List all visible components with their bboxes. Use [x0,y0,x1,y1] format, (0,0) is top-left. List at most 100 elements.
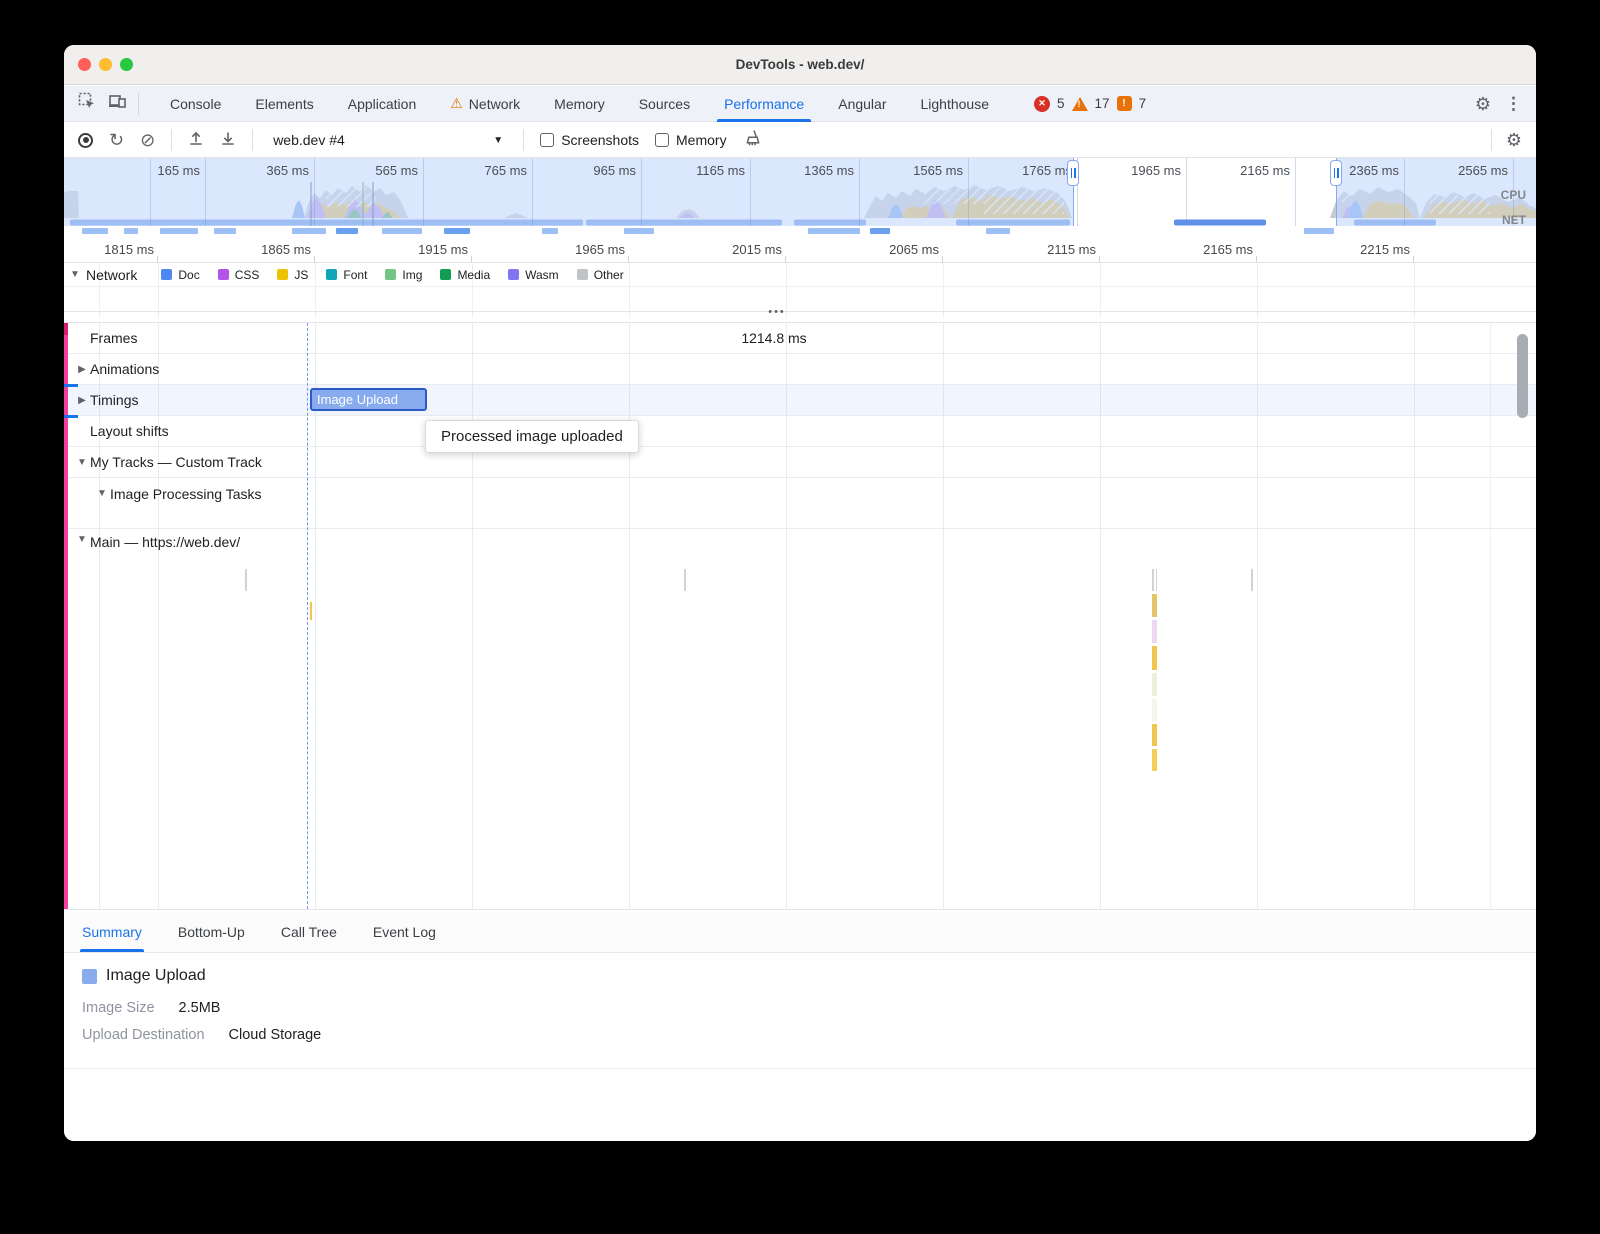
collapse-icon[interactable]: ▼ [74,534,90,545]
network-track-label[interactable]: Network [86,267,137,283]
panel-tab[interactable]: ⚠ Lighthouse [904,86,1007,122]
performance-toolbar: ↻ ⊘ web.dev #4 ▼ Screenshots Memory ⚙ [64,123,1536,158]
marker-tooltip: Processed image uploaded [425,420,639,453]
ruler-tick-label: 2115 ms [943,237,1100,262]
network-collapse-icon[interactable]: ▼ [64,269,86,280]
warning-icon: ⚠ [450,95,463,112]
summary-title: Image Upload [106,967,206,985]
flame-segment[interactable] [1152,724,1157,746]
detail-ruler: 1815 ms1865 ms1915 ms1965 ms2015 ms2065 … [64,237,1536,262]
flame-segment[interactable] [1152,594,1157,617]
ruler-tick-label: 2215 ms [1257,237,1414,262]
legend-swatch [277,269,288,280]
screenshots-label: Screenshots [561,132,639,148]
memory-label: Memory [676,132,727,148]
panel-tab[interactable]: ⚠ Console [153,86,238,122]
panel-tab[interactable]: ⚠ Sources [622,86,707,122]
flame-segment[interactable] [1152,673,1157,696]
selection-left-handle[interactable] [1067,160,1079,186]
image-processing-track-label[interactable]: Image Processing Tasks [110,486,261,502]
panel-tab[interactable]: ⚠ Angular [821,86,903,122]
expand-icon[interactable]: ▶ [74,395,90,406]
legend-label: JS [294,268,308,282]
inspect-element-icon[interactable] [78,92,96,115]
flame-segment[interactable] [1152,620,1157,643]
collapse-icon[interactable]: ▼ [94,488,110,499]
layout-shifts-track-label[interactable]: Layout shifts [64,423,169,439]
save-profile-icon[interactable] [220,130,236,151]
legend-swatch [161,269,172,280]
frames-track-label[interactable]: Frames [64,330,137,346]
summary-field-row: Upload Destination Cloud Storage [82,1027,321,1043]
legend-swatch [326,269,337,280]
capture-settings-gear-icon[interactable]: ⚙ [1506,131,1522,149]
screenshots-checkbox[interactable]: Screenshots [540,132,639,148]
settings-gear-icon[interactable]: ⚙ [1475,95,1491,113]
selection-right-handle[interactable] [1330,160,1342,186]
panel-tab[interactable]: ⚠ Elements [238,86,330,122]
track-row-main[interactable]: ▼ Main — https://web.dev/ [64,529,1536,775]
track-row-frames[interactable]: Frames 1214.8 ms [64,323,1536,354]
animations-track-label[interactable]: Animations [90,361,159,377]
devtools-tabbar: ⚠ Console ⚠ Elements ⚠ Application ⚠ Net… [64,86,1536,122]
memory-checkbox[interactable]: Memory [655,132,727,148]
panel-tab-label: Memory [554,96,605,112]
track-row-timings[interactable]: ▶ Timings [64,385,1536,416]
collapse-icon[interactable]: ▼ [74,457,90,468]
legend-label: CSS [235,268,260,282]
checkbox-icon[interactable] [540,133,554,147]
track-row-layout-shifts[interactable]: Layout shifts [64,416,1536,447]
load-profile-icon[interactable] [188,130,204,151]
track-row-my-tracks[interactable]: ▼ My Tracks — Custom Track [64,447,1536,478]
expand-icon[interactable]: ▶ [74,364,90,375]
panel-tab[interactable]: ⚠ Application [331,86,434,122]
flame-segment[interactable] [310,602,312,620]
selected-track-bottom-indicator [64,415,78,418]
panel-tab[interactable]: ⚠ Performance [707,86,821,122]
overview-tick-label: 965 ms [532,158,641,182]
summary-field-label: Image Size [82,1000,155,1016]
record-button[interactable] [78,133,93,148]
device-toolbar-icon[interactable] [108,92,126,115]
summary-field-row: Image Size 2.5MB [82,1000,321,1016]
more-options-icon[interactable]: ⋮ [1505,94,1522,114]
detail-panel-tab[interactable]: Summary [64,912,160,952]
track-row-image-processing[interactable]: ▼ Image Processing Tasks [64,478,1536,509]
checkbox-icon[interactable] [655,133,669,147]
legend-item: Media [440,268,490,282]
divider [171,129,172,151]
ruler-tick-label: 2165 ms [1100,237,1257,262]
timings-track-label[interactable]: Timings [90,392,139,408]
flame-segment[interactable] [1152,699,1157,721]
legend-item: JS [277,268,308,282]
flame-segment[interactable] [1152,646,1157,670]
network-track-body[interactable] [64,287,1536,312]
console-badges[interactable]: ✕ 5 17 ! 7 [1034,96,1146,112]
main-track-label[interactable]: Main — https://web.dev/ [90,534,240,550]
panel-tab[interactable]: ⚠ Network [433,86,537,122]
overview-tick-label: 2365 ms [1295,158,1404,182]
collect-garbage-icon[interactable] [743,129,761,152]
timeline-overview[interactable]: 165 ms365 ms565 ms765 ms965 ms1165 ms136… [64,158,1536,226]
flame-segment[interactable] [1152,749,1157,771]
track-row-animations[interactable]: ▶ Animations [64,354,1536,385]
history-dropdown[interactable]: web.dev #4 ▼ [269,132,507,148]
my-tracks-label[interactable]: My Tracks — Custom Track [90,454,262,470]
network-legend: Doc CSS JS Font Img Media [161,268,623,282]
panel-tab[interactable]: ⚠ Memory [537,86,622,122]
warning-badge-icon [1072,97,1088,111]
vertical-scrollbar-thumb[interactable] [1517,334,1528,418]
detail-panel-tab[interactable]: Call Tree [263,912,355,952]
task-tick [1251,569,1253,591]
panel-resize-handle[interactable]: ••• [754,307,800,317]
clear-recording-button[interactable]: ⊘ [140,131,155,149]
divider [1491,129,1492,151]
selected-track-top-indicator [64,384,78,387]
detail-panel-tab[interactable]: Event Log [355,912,454,952]
timing-marker-image-upload[interactable]: Image Upload [310,388,427,411]
detail-panel-tab[interactable]: Bottom-Up [160,912,263,952]
flame-chart-tracks[interactable]: Frames 1214.8 ms ▶ Animations ▶ Timings … [64,322,1536,910]
reload-and-record-button[interactable]: ↻ [109,131,124,149]
divider [523,129,524,151]
marker-guideline [307,323,308,909]
